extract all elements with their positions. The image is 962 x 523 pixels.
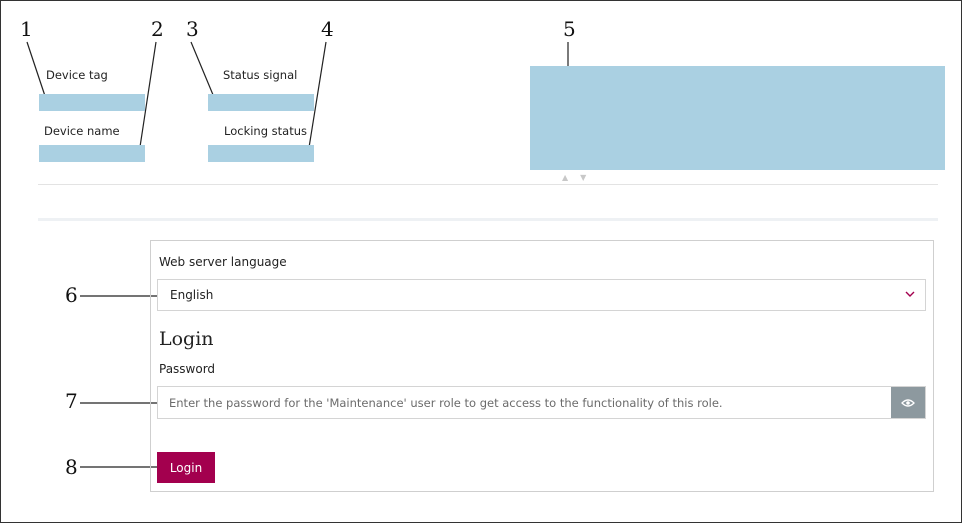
section-divider (38, 218, 938, 221)
triangle-up-icon[interactable]: ▲ (562, 173, 580, 182)
language-select[interactable]: English (157, 279, 926, 311)
chevron-down-icon[interactable] (905, 288, 915, 301)
locking-status-field (208, 145, 314, 162)
header-collapse-arrows[interactable]: ▲▼ (562, 173, 598, 182)
status-signal-field (208, 94, 314, 111)
locking-status-label: Locking status (224, 124, 307, 138)
eye-icon (901, 398, 915, 407)
language-label: Web server language (159, 255, 287, 269)
login-button[interactable]: Login (157, 452, 215, 483)
device-tag-label: Device tag (46, 68, 108, 82)
triangle-down-icon[interactable]: ▼ (580, 173, 598, 182)
callout-3: 3 (186, 17, 199, 41)
language-value: English (170, 288, 214, 302)
callout-6: 6 (65, 283, 78, 307)
device-image-area (530, 66, 945, 170)
device-tag-field (39, 94, 145, 111)
callout-5: 5 (563, 17, 576, 41)
callout-4: 4 (321, 17, 334, 41)
password-field[interactable] (157, 386, 926, 419)
header-divider (38, 184, 938, 185)
login-heading: Login (159, 328, 214, 350)
callout-8: 8 (65, 455, 78, 479)
show-password-button[interactable] (891, 387, 925, 418)
device-name-field (39, 145, 145, 162)
status-signal-label: Status signal (223, 68, 298, 82)
password-label: Password (159, 362, 216, 376)
login-panel (150, 240, 934, 492)
password-input[interactable] (158, 387, 891, 418)
device-name-label: Device name (44, 124, 120, 138)
callout-1: 1 (20, 17, 33, 41)
callout-2: 2 (151, 17, 164, 41)
callout-7: 7 (65, 389, 78, 413)
